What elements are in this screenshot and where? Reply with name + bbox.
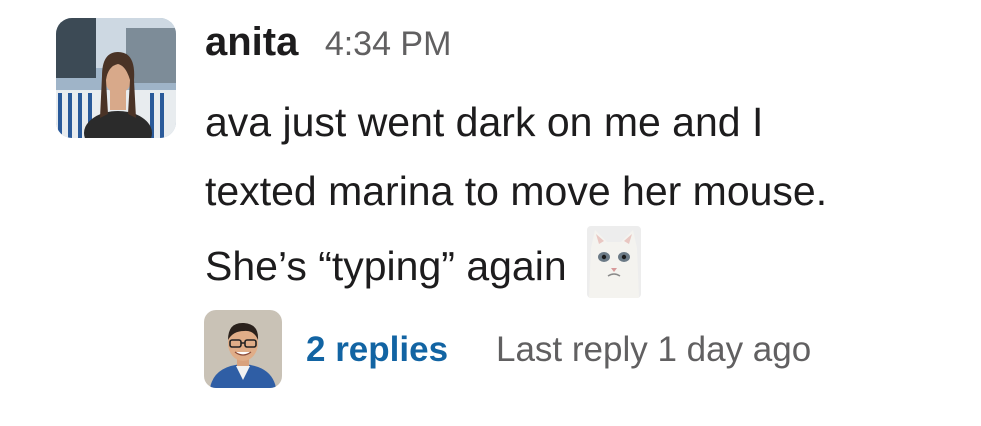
message-line: She’s “typing” again (205, 226, 965, 301)
message-line-text: She’s “typing” again (205, 243, 567, 289)
message-body: ava just went dark on me and I texted ma… (205, 88, 965, 301)
reply-avatar[interactable] (204, 310, 282, 388)
last-reply-text: Last reply 1 day ago (496, 330, 812, 369)
avatar-photo-icon (56, 18, 176, 138)
thread-summary[interactable]: 2 replies Last reply 1 day ago (204, 310, 944, 390)
message: anita 4:34 PM ava just went dark on me a… (0, 0, 981, 426)
sad-cat-emoji-icon[interactable] (586, 226, 641, 298)
message-line: ava just went dark on me and I (205, 99, 764, 145)
replies-link[interactable]: 2 replies (306, 330, 448, 370)
author-name[interactable]: anita (205, 20, 298, 64)
timestamp[interactable]: 4:34 PM (325, 25, 452, 63)
avatar[interactable] (56, 18, 176, 138)
message-line: texted marina to move her mouse. (205, 168, 828, 214)
message-header: anita 4:34 PM (205, 20, 451, 65)
reply-avatar-photo-icon (204, 310, 282, 388)
